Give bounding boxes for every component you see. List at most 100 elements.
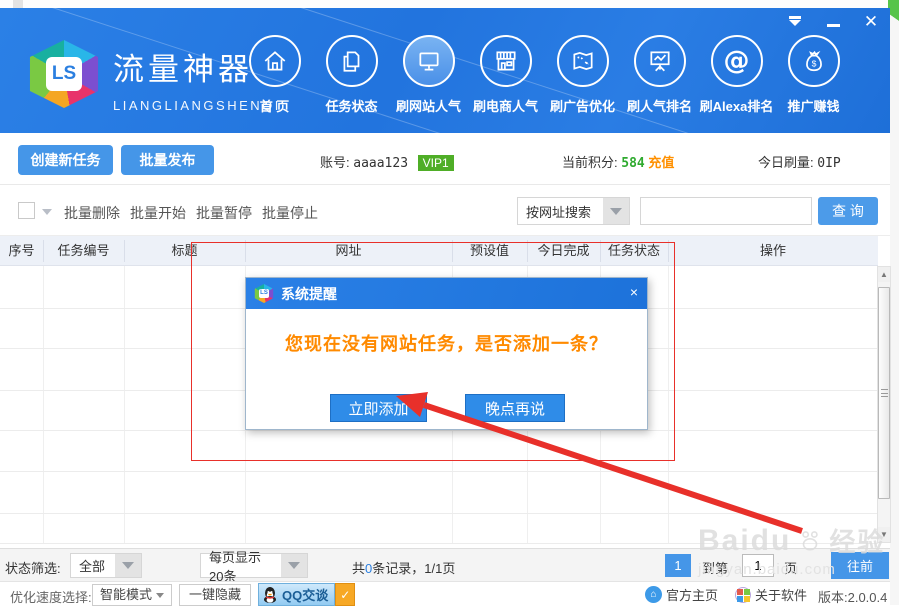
dialog-message: 您现在没有网站任务，是否添加一条？ — [246, 330, 647, 356]
dialog-title: 系统提醒 — [281, 284, 337, 304]
current-page-button[interactable]: 1 — [665, 554, 691, 577]
nav-item-popularity-ranking[interactable]: 刷人气排名 — [621, 35, 698, 115]
nav-item-home[interactable]: 首 页 — [236, 35, 313, 115]
batch-delete-link[interactable]: 批量删除 — [64, 203, 120, 223]
batch-stop-link[interactable]: 批量停止 — [262, 203, 318, 223]
col-header-task-id: 任务编号 — [43, 236, 124, 266]
qq-chat-label: QQ交谈 — [282, 585, 328, 604]
chevron-down-icon — [281, 554, 307, 577]
table-scrollbar[interactable]: ▲ ▼ — [877, 266, 891, 543]
status-filter-value: 全部 — [71, 556, 115, 575]
official-homepage-link[interactable]: ⌂ 官方主页 — [645, 585, 718, 604]
later-button[interactable]: 晚点再说 — [465, 394, 565, 422]
goto-label: 到第 — [702, 558, 728, 577]
window-controls: ✕ — [784, 12, 882, 30]
dialog-titlebar[interactable]: LS 系统提醒 × — [246, 278, 647, 309]
chevron-down-icon — [115, 554, 141, 577]
speed-label: 优化速度选择: — [10, 587, 92, 606]
query-button[interactable]: 查 询 — [818, 197, 878, 225]
add-now-button[interactable]: 立即添加 — [330, 394, 427, 422]
scrollbar-thumb[interactable] — [878, 287, 890, 499]
per-page-value: 每页显示20条 — [201, 547, 281, 585]
close-icon[interactable]: ✕ — [860, 12, 882, 30]
app-logo: LS — [27, 40, 101, 108]
home-icon — [249, 35, 301, 87]
batch-start-link[interactable]: 批量开始 — [130, 203, 186, 223]
status-bar: 优化速度选择: 智能模式 一键隐藏 QQ交谈 ✓ ⌂ 官方主页 关于软件 版本: — [0, 581, 890, 605]
home-circle-icon: ⌂ — [645, 586, 662, 603]
col-header-index: 序号 — [0, 236, 43, 266]
desktop-background-strip — [0, 0, 899, 8]
screenshot-stage: ✕ LS 流量神器 LIANGLIANGSHENQI 首 页 — [0, 0, 899, 605]
qq-verified-icon: ✓ — [335, 583, 355, 606]
batch-publish-button[interactable]: 批量发布 — [121, 145, 214, 175]
nav-item-website-traffic[interactable]: 刷网站人气 — [390, 35, 467, 115]
create-task-button[interactable]: 创建新任务 — [18, 145, 113, 175]
minimize-icon[interactable] — [822, 12, 844, 30]
col-header-title: 标题 — [124, 236, 245, 266]
status-filter-select[interactable]: 全部 — [70, 553, 142, 578]
money-bag-icon: $ — [788, 35, 840, 87]
select-dropdown-icon[interactable] — [42, 209, 52, 215]
today-volume-info: 今日刷量: 0IP — [758, 152, 841, 171]
vip-badge: VIP1 — [418, 155, 454, 171]
nav-item-task-status[interactable]: 任务状态 — [313, 35, 390, 115]
nav-item-promote-earn[interactable]: $ 推广赚钱 — [775, 35, 852, 115]
batch-pause-link[interactable]: 批量暂停 — [196, 203, 252, 223]
recharge-link[interactable]: 充值 — [648, 155, 674, 170]
scroll-down-icon[interactable]: ▼ — [878, 527, 890, 542]
monitor-icon — [403, 35, 455, 87]
col-header-done-today: 今日完成 — [527, 236, 600, 266]
account-info: 账号: aaaa123 VIP1 — [320, 152, 454, 171]
points-label: 当前积分: — [562, 155, 618, 170]
app-header: ✕ LS 流量神器 LIANGLIANGSHENQI 首 页 — [0, 8, 890, 133]
batch-bar: 批量删除 批量开始 批量暂停 批量停止 按网址搜索 查 询 — [0, 186, 890, 236]
qq-penguin-icon — [262, 586, 278, 604]
account-label: 账号: — [320, 155, 350, 170]
background-window-fragment — [13, 0, 23, 8]
nav-item-ad-optimization[interactable]: 刷广告优化 — [544, 35, 621, 115]
search-type-select[interactable]: 按网址搜索 — [517, 197, 630, 225]
dialog-logo-icon: LS — [254, 284, 274, 303]
windows-flag-icon — [735, 587, 751, 603]
at-icon: @ — [711, 35, 763, 87]
select-all-checkbox[interactable] — [18, 202, 35, 219]
today-value: 0IP — [817, 156, 840, 171]
col-header-url: 网址 — [245, 236, 452, 266]
svg-text:$: $ — [811, 58, 816, 68]
main-nav: 首 页 任务状态 刷网站人气 — [236, 35, 852, 115]
per-page-select[interactable]: 每页显示20条 — [200, 553, 308, 578]
today-label: 今日刷量: — [758, 155, 814, 170]
status-filter-label: 状态筛选: — [5, 558, 61, 577]
chevron-down-icon — [603, 198, 629, 224]
search-type-value: 按网址搜索 — [518, 202, 603, 221]
desktop-background-right — [890, 0, 899, 605]
account-value: aaaa123 — [353, 156, 408, 171]
nav-item-alexa-ranking[interactable]: @ 刷Alexa排名 — [698, 35, 775, 115]
pagination-bar: 状态筛选: 全部 每页显示20条 共0条记录，1/1页 1 到第 页 往前 — [0, 548, 890, 581]
forward-button[interactable]: 往前 — [831, 552, 889, 579]
col-header-actions: 操作 — [668, 236, 878, 266]
app-window: ✕ LS 流量神器 LIANGLIANGSHENQI 首 页 — [0, 8, 890, 605]
toolbar: 创建新任务 批量发布 账号: aaaa123 VIP1 当前积分: 584 充值… — [0, 133, 890, 185]
speed-mode-select[interactable]: 智能模式 — [92, 584, 172, 606]
map-icon — [557, 35, 609, 87]
one-key-hide-button[interactable]: 一键隐藏 — [179, 584, 251, 606]
skin-icon[interactable] — [784, 12, 806, 30]
points-info: 当前积分: 584 充值 — [562, 152, 674, 171]
documents-icon — [326, 35, 378, 87]
presentation-chart-icon — [634, 35, 686, 87]
logo-monogram: LS — [46, 57, 82, 91]
about-software-link[interactable]: 关于软件 — [735, 585, 807, 604]
dialog-close-icon[interactable]: × — [630, 285, 638, 299]
version-text: 版本:2.0.0.4 — [818, 587, 887, 606]
search-input[interactable] — [640, 197, 812, 225]
system-reminder-dialog: LS 系统提醒 × 您现在没有网站任务，是否添加一条？ 立即添加 晚点再说 — [245, 277, 648, 430]
nav-item-ecommerce-traffic[interactable]: 刷电商人气 — [467, 35, 544, 115]
records-summary: 共0条记录，1/1页 — [352, 558, 455, 577]
goto-page-input[interactable] — [742, 554, 774, 577]
points-value: 584 — [621, 156, 644, 171]
page-unit-label: 页 — [784, 558, 797, 577]
qq-chat-button[interactable]: QQ交谈 ✓ — [258, 583, 355, 606]
scroll-up-icon[interactable]: ▲ — [878, 267, 890, 282]
